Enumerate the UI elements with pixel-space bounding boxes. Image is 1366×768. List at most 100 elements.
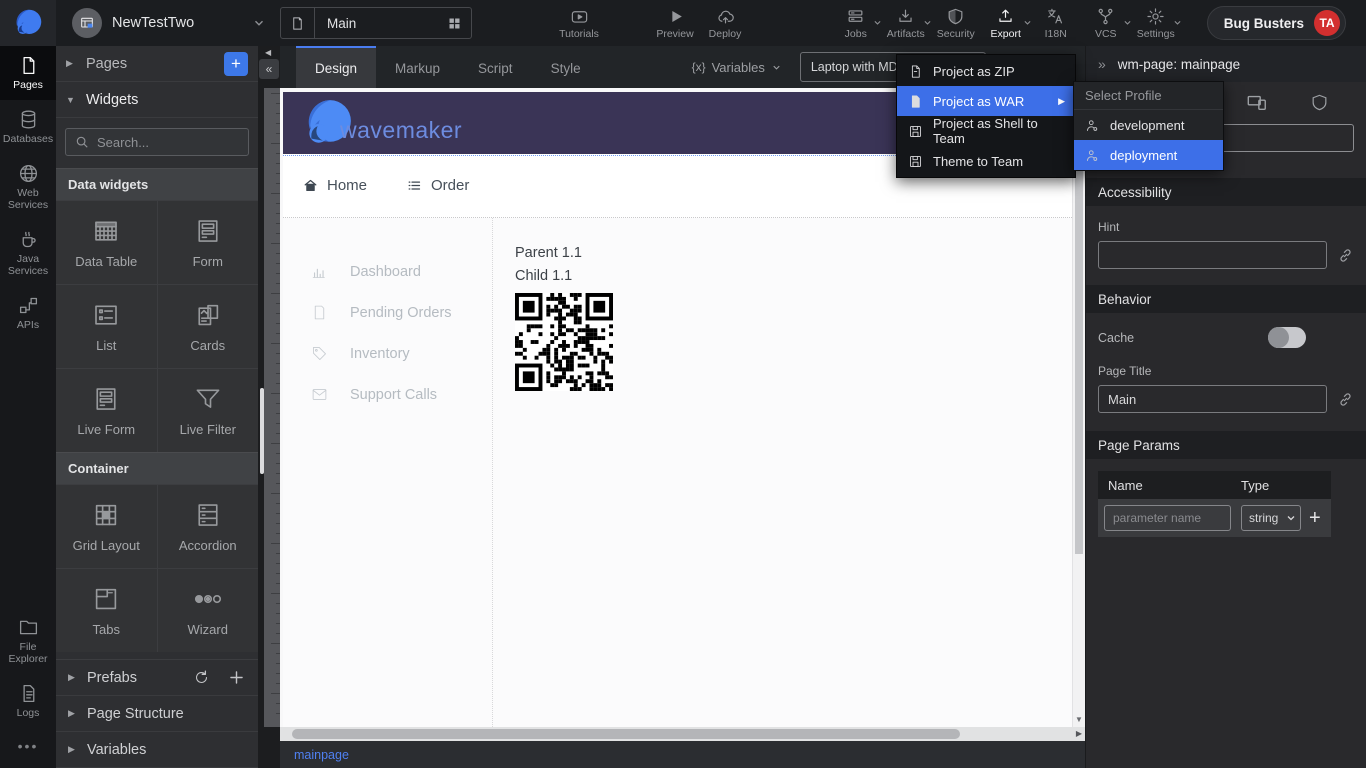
add-prefab-icon[interactable] [227, 668, 246, 687]
settings-button[interactable]: Settings [1131, 0, 1181, 46]
artifacts-button[interactable]: Artifacts [881, 0, 931, 46]
databases-icon [18, 109, 39, 130]
child-label[interactable]: Child 1.1 [515, 268, 1072, 284]
export-menu-item-zip[interactable]: Project as ZIP [897, 56, 1075, 86]
bind-link-icon[interactable] [1337, 391, 1354, 408]
hscroll-left-arrow[interactable]: ◀ [265, 48, 271, 724]
widget-tile-grid-layout[interactable]: Grid Layout [56, 485, 157, 568]
vscroll-thumb[interactable] [1075, 154, 1083, 554]
avatar[interactable]: TA [1314, 10, 1340, 36]
sidebar-item-java-services[interactable]: JavaServices [0, 220, 56, 286]
i18n-button[interactable]: I18N [1031, 0, 1081, 46]
more-options-button[interactable]: ••• [0, 728, 56, 768]
qr-code-image[interactable] [515, 293, 1072, 391]
cache-toggle[interactable] [1268, 327, 1306, 348]
widget-search [65, 128, 249, 156]
canvas-horizontal-scrollbar[interactable]: ▶ [280, 727, 1085, 741]
pages-section-header[interactable]: ▶ Pages + [56, 46, 258, 82]
page-selector[interactable]: Main [280, 7, 472, 39]
sidebar-item-web-services[interactable]: WebServices [0, 154, 56, 220]
widget-tile-form[interactable]: Form [158, 201, 259, 284]
tab-style[interactable]: Style [532, 46, 600, 88]
hscroll-right-arrow[interactable]: ▶ [1076, 729, 1082, 738]
nav-item-home[interactable]: Home [303, 177, 367, 194]
widget-tile-live-filter[interactable]: Live Filter [158, 369, 259, 452]
export-button[interactable]: Export [981, 0, 1031, 46]
vscroll-down-arrow[interactable]: ▼ [1073, 715, 1085, 724]
page-title-input[interactable] [1098, 385, 1327, 413]
panel-section-page-structure[interactable]: ▶Page Structure [56, 696, 258, 732]
profile-person-icon [1085, 148, 1100, 163]
page-params-section-header[interactable]: Page Params [1086, 431, 1366, 459]
cache-label: Cache [1098, 331, 1134, 345]
devices-icon[interactable] [1246, 91, 1268, 113]
panel-scrollbar-thumb[interactable] [260, 388, 264, 474]
param-name-input[interactable] [1104, 505, 1231, 531]
profile-item-development[interactable]: development [1074, 110, 1223, 140]
widget-tile-tabs[interactable]: Tabs [56, 569, 157, 652]
shield-icon[interactable] [1310, 93, 1329, 112]
canvas-page[interactable]: wavemaker HomeOrder DashboardPending Ord… [283, 92, 1072, 727]
widget-search-input[interactable] [97, 135, 239, 150]
double-chevron-right-icon[interactable]: » [1098, 56, 1106, 72]
deploy-button[interactable]: Deploy [700, 0, 750, 46]
tutorials-button[interactable]: Tutorials [554, 0, 604, 46]
params-col-type: Type [1241, 478, 1308, 493]
menu-item-dashboard[interactable]: Dashboard [283, 251, 492, 292]
widget-tile-cards[interactable]: Cards [158, 285, 259, 368]
widgets-section-header[interactable]: ▼ Widgets [56, 82, 258, 118]
widget-tile-live-form[interactable]: Live Form [56, 369, 157, 452]
left-rail: PagesDatabasesWebServicesJavaServicesAPI… [0, 46, 56, 768]
add-param-button[interactable]: + [1309, 507, 1321, 530]
panel-section-variables[interactable]: ▶Variables [56, 732, 258, 768]
sidebar-item-logs[interactable]: Logs [0, 674, 56, 728]
page-title-label: Page Title [1098, 364, 1354, 378]
widget-tile-accordion[interactable]: Accordion [158, 485, 259, 568]
accessibility-section-header[interactable]: Accessibility [1086, 178, 1366, 206]
widget-tile-wizard[interactable]: Wizard [158, 569, 259, 652]
menu-item-inventory[interactable]: Inventory [283, 333, 492, 374]
sidebar-item-databases[interactable]: Databases [0, 100, 56, 154]
menu-item-support-calls[interactable]: Support Calls [283, 374, 492, 415]
tutorials-icon [570, 7, 589, 26]
export-menu-item-shell[interactable]: Project as Shell to Team [897, 116, 1075, 146]
export-menu-item-war[interactable]: Project as WAR▶ [897, 86, 1075, 116]
add-page-button[interactable]: + [224, 52, 248, 76]
tab-design[interactable]: Design [296, 46, 376, 88]
behavior-section-header[interactable]: Behavior [1086, 285, 1366, 313]
refresh-icon[interactable] [193, 669, 210, 686]
wizard-icon [193, 584, 223, 614]
panel-section-prefabs[interactable]: ▶Prefabs [56, 660, 258, 696]
hscroll-thumb[interactable] [292, 729, 960, 739]
preview-button[interactable]: Preview [650, 0, 700, 46]
open-page-tab[interactable]: mainpage [294, 748, 349, 762]
widget-tile-data-table[interactable]: Data Table [56, 201, 157, 284]
project-switcher[interactable]: NewTestTwo [56, 8, 280, 38]
profile-item-deployment[interactable]: deployment [1074, 140, 1223, 170]
param-type-select[interactable]: string [1241, 505, 1301, 531]
jobs-button[interactable]: Jobs [831, 0, 881, 46]
security-button[interactable]: Security [931, 0, 981, 46]
tab-markup[interactable]: Markup [376, 46, 459, 88]
parent-label[interactable]: Parent 1.1 [515, 245, 1072, 261]
canvas-vertical-scrollbar[interactable]: ▼ [1072, 88, 1085, 727]
vcs-button[interactable]: VCS [1081, 0, 1131, 46]
java-services-icon [18, 229, 39, 250]
params-row: string + [1098, 499, 1331, 537]
team-button[interactable]: Bug Busters TA [1207, 6, 1346, 40]
hint-input[interactable] [1098, 241, 1327, 269]
nav-item-order[interactable]: Order [407, 177, 469, 194]
tab-script[interactable]: Script [459, 46, 532, 88]
bind-link-icon[interactable] [1337, 247, 1354, 264]
variables-dropdown[interactable]: {x} Variables [692, 60, 782, 75]
sidebar-item-file-explorer[interactable]: FileExplorer [0, 608, 56, 674]
inspector-title: wm-page: mainpage [1118, 57, 1240, 72]
export-icon [996, 7, 1015, 26]
widget-tile-list[interactable]: List [56, 285, 157, 368]
sidebar-item-pages[interactable]: Pages [0, 46, 56, 100]
menu-item-pending-orders[interactable]: Pending Orders [283, 292, 492, 333]
page-grid-icon[interactable] [437, 16, 471, 31]
export-menu-item-theme[interactable]: Theme to Team [897, 146, 1075, 176]
wavemaker-logo[interactable] [0, 0, 56, 46]
sidebar-item-apis[interactable]: APIs [0, 286, 56, 340]
